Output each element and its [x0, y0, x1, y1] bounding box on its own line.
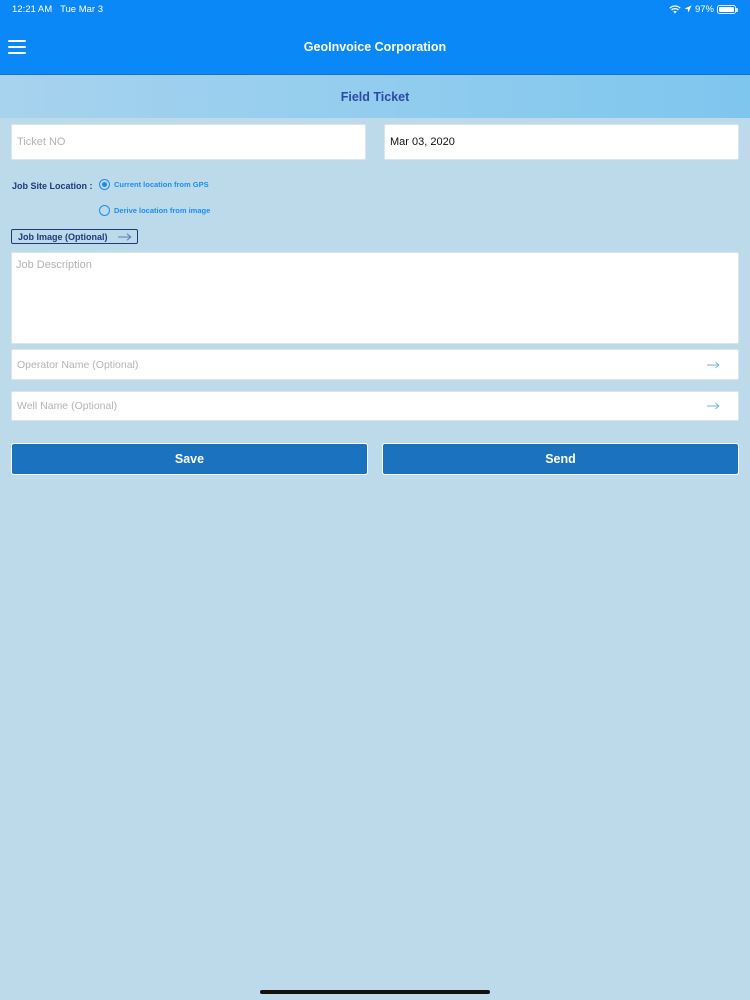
- operator-name-field[interactable]: Operator Name (Optional): [11, 349, 739, 380]
- arrow-right-icon: [118, 233, 132, 241]
- ticket-no-input[interactable]: [11, 124, 366, 160]
- save-button[interactable]: Save: [11, 443, 368, 475]
- job-description-input[interactable]: [11, 252, 739, 344]
- radio-current-location-gps[interactable]: Current location from GPS: [99, 179, 209, 190]
- radio-derive-location-image[interactable]: Derive location from image: [99, 205, 210, 216]
- status-indicators: 97%: [669, 3, 738, 15]
- page-title: Field Ticket: [340, 90, 410, 104]
- battery-icon: [717, 4, 738, 14]
- location-arrow-icon: [684, 5, 692, 13]
- operator-name-placeholder: Operator Name (Optional): [17, 358, 139, 371]
- date-value: Mar 03, 2020: [390, 136, 455, 148]
- status-time: 12:21 AM: [12, 4, 53, 15]
- status-time-date: 12:21 AM Tue Mar 3: [12, 4, 103, 15]
- radio-label-image: Derive location from image: [114, 206, 211, 215]
- date-field[interactable]: Mar 03, 2020: [384, 124, 739, 160]
- arrow-right-icon: [707, 402, 720, 410]
- arrow-right-icon: [707, 361, 720, 368]
- job-site-location-label: Job Site Location :: [12, 181, 93, 191]
- navigation-bar: 12:21 AM Tue Mar 3 97% GeoInvoice Corpor…: [0, 0, 750, 74]
- radio-label-gps: Current location from GPS: [114, 180, 209, 189]
- status-date: Tue Mar 3: [60, 4, 104, 15]
- send-button[interactable]: Send: [382, 443, 739, 475]
- job-image-label: Job Image (Optional): [18, 231, 108, 242]
- job-image-button[interactable]: Job Image (Optional): [11, 229, 138, 244]
- well-name-placeholder: Well Name (Optional): [17, 400, 118, 412]
- well-name-field[interactable]: Well Name (Optional): [11, 391, 739, 421]
- wifi-icon: [669, 4, 681, 13]
- battery-percent: 97%: [694, 3, 714, 15]
- battery-fill: [719, 6, 734, 12]
- radio-unselected-icon: [99, 205, 110, 216]
- app-title: GeoInvoice Corporation: [303, 40, 447, 54]
- home-indicator[interactable]: [260, 990, 490, 994]
- radio-selected-icon: [99, 179, 110, 190]
- page-header: Field Ticket: [0, 74, 750, 118]
